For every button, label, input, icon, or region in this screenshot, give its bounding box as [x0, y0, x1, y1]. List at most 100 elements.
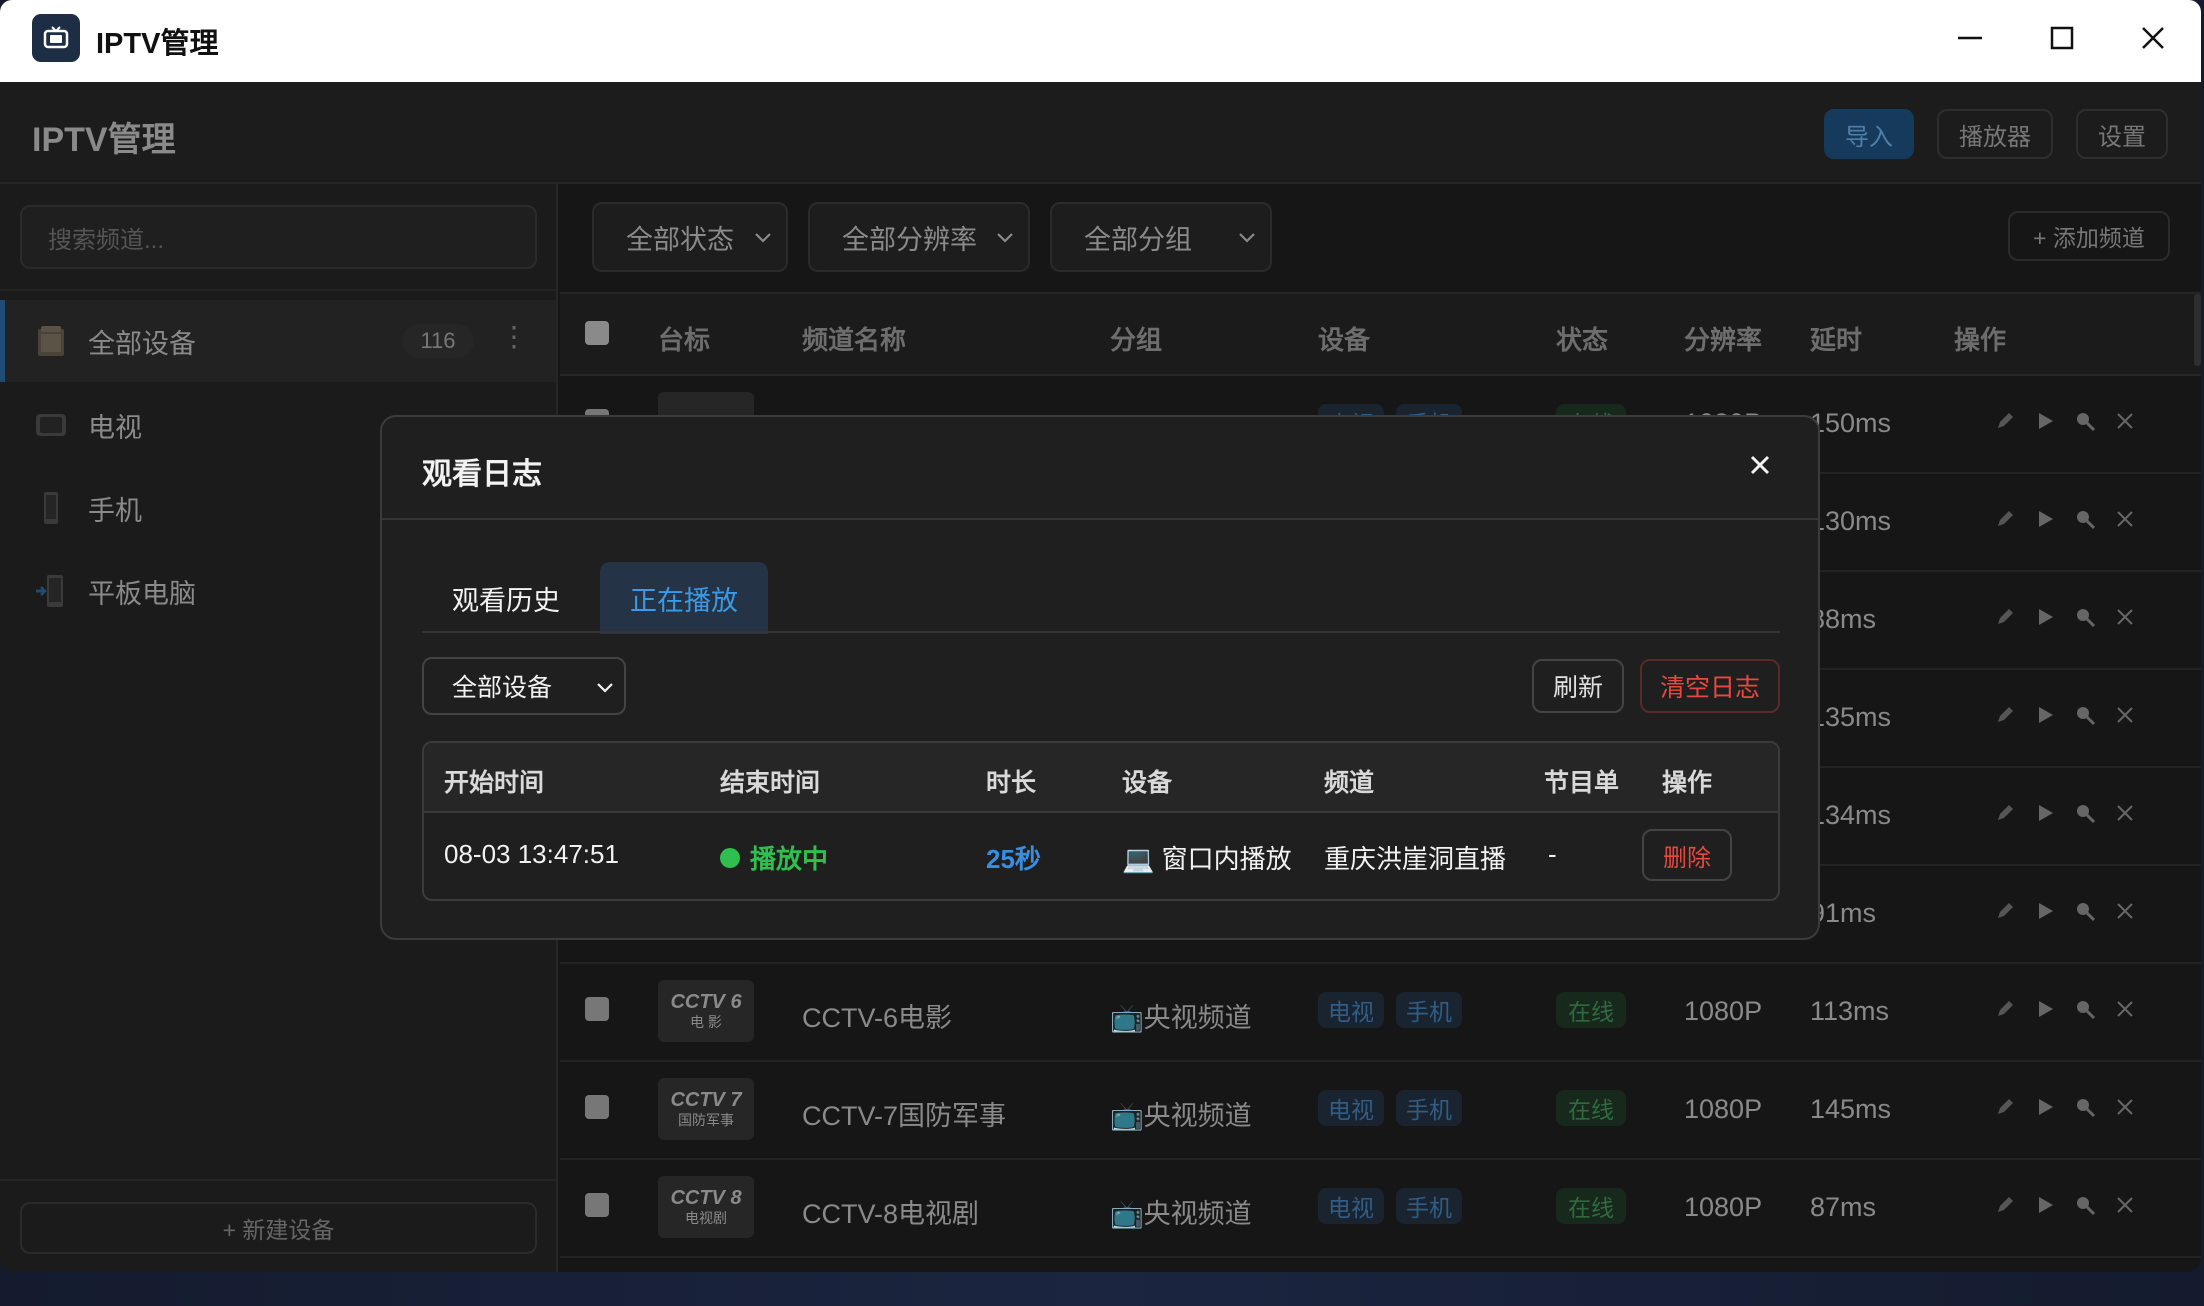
device-tag: 手机	[1396, 1090, 1462, 1126]
edit-button[interactable]	[1990, 1094, 2020, 1124]
search-button[interactable]	[2070, 506, 2100, 536]
window-title: IPTV管理	[96, 28, 219, 60]
play-icon	[2034, 1096, 2056, 1123]
play-button[interactable]	[2030, 1192, 2060, 1222]
add-channel-button[interactable]: + 添加频道	[2008, 211, 2170, 261]
search-input[interactable]: 搜索频道...	[20, 205, 537, 269]
delete-button[interactable]	[2110, 408, 2140, 438]
status-badge: 在线	[1556, 1188, 1626, 1224]
delete-button[interactable]	[2110, 604, 2140, 634]
column-header: 状态	[1556, 325, 1609, 355]
delete-button[interactable]	[2110, 800, 2140, 830]
row-checkbox[interactable]	[585, 997, 609, 1021]
delete-log-button[interactable]: 删除	[1642, 829, 1732, 881]
play-button[interactable]	[2030, 800, 2060, 830]
edit-button[interactable]	[1990, 800, 2020, 830]
close-dialog-button[interactable]	[1742, 447, 1778, 483]
column-header: 开始时间	[444, 769, 545, 797]
status-filter-select[interactable]: 全部状态	[592, 202, 788, 272]
play-button[interactable]	[2030, 898, 2060, 928]
search-button[interactable]	[2070, 898, 2100, 928]
search-icon	[2073, 801, 2097, 830]
play-icon	[2034, 704, 2056, 731]
edit-icon	[1994, 1096, 2016, 1123]
search-button[interactable]	[2070, 604, 2100, 634]
phone-icon	[32, 489, 70, 527]
delete-icon	[2115, 901, 2135, 926]
refresh-button[interactable]: 刷新	[1532, 659, 1624, 713]
play-button[interactable]	[2030, 702, 2060, 732]
play-icon	[2034, 606, 2056, 633]
delete-button[interactable]	[2110, 898, 2140, 928]
tab-watch-history[interactable]: 观看历史	[422, 562, 590, 634]
delete-button[interactable]	[2110, 702, 2140, 732]
play-button[interactable]	[2030, 1094, 2060, 1124]
device-tag: 电视	[1318, 992, 1384, 1028]
search-button[interactable]	[2070, 800, 2100, 830]
play-button[interactable]	[2030, 996, 2060, 1026]
table-row[interactable]: CCTV 7 国防军事 CCTV-7国防军事 📺央视频道 电视 手机 在线 1080P 145m…	[560, 1062, 2201, 1160]
sidebar-item-all-devices[interactable]: 全部设备 116 ⋮	[0, 300, 556, 382]
tab-now-playing[interactable]: 正在播放	[600, 562, 768, 634]
edit-button[interactable]	[1990, 408, 2020, 438]
watch-log-table: 开始时间 结束时间 时长 设备 频道 节目单 操作 08-03 13:47:51…	[422, 741, 1780, 901]
minimize-icon	[1958, 36, 1982, 40]
delete-icon	[2115, 509, 2135, 534]
dialog-divider	[382, 518, 1818, 520]
edit-button[interactable]	[1990, 996, 2020, 1026]
search-button[interactable]	[2070, 408, 2100, 438]
edit-icon	[1994, 410, 2016, 437]
player-button[interactable]: 播放器	[1937, 109, 2053, 159]
settings-button[interactable]: 设置	[2076, 109, 2168, 159]
search-button[interactable]	[2070, 996, 2100, 1026]
group-filter-select[interactable]: 全部分组	[1050, 202, 1272, 272]
playing-status-text: 播放中	[750, 844, 829, 874]
sidebar-item-label: 全部设备	[88, 328, 196, 359]
select-all-checkbox[interactable]	[585, 321, 609, 345]
delete-icon	[2115, 999, 2135, 1024]
device: 💻 窗口内播放	[1122, 844, 1292, 874]
edit-button[interactable]	[1990, 506, 2020, 536]
channel-group: 📺央视频道	[1110, 1101, 1252, 1131]
import-button[interactable]: 导入	[1824, 109, 1914, 159]
delete-button[interactable]	[2110, 1192, 2140, 1222]
minimize-button[interactable]	[1940, 16, 2000, 60]
tablet-icon	[32, 572, 70, 610]
app-brand: IPTV管理	[32, 121, 176, 159]
more-options-icon[interactable]: ⋮	[500, 320, 528, 353]
new-device-button[interactable]: + 新建设备	[20, 1202, 537, 1254]
table-row[interactable]: CCTV 8 电视剧 CCTV-8电视剧 📺央视频道 电视 手机 在线 1080P 87ms	[560, 1160, 2201, 1258]
column-header: 频道	[1324, 769, 1375, 797]
channel-logo: CCTV 7 国防军事	[658, 1078, 754, 1140]
edit-button[interactable]	[1990, 1192, 2020, 1222]
edit-button[interactable]	[1990, 604, 2020, 634]
close-window-button[interactable]	[2123, 16, 2183, 60]
table-row[interactable]: CCTV 6电 影 CCTV-6电影 📺央视频道 电视 手机 在线 1080P 113ms	[560, 964, 2201, 1062]
delete-button[interactable]	[2110, 996, 2140, 1026]
search-button[interactable]	[2070, 1094, 2100, 1124]
delete-button[interactable]	[2110, 506, 2140, 536]
search-button[interactable]	[2070, 1192, 2100, 1222]
table-scrollbar[interactable]	[2194, 294, 2201, 366]
resolution-filter-select[interactable]: 全部分辨率	[808, 202, 1030, 272]
play-button[interactable]	[2030, 506, 2060, 536]
play-button[interactable]	[2030, 408, 2060, 438]
row-checkbox[interactable]	[585, 1193, 609, 1217]
column-header: 频道名称	[802, 325, 907, 355]
clear-log-button[interactable]: 清空日志	[1640, 659, 1780, 713]
edit-button[interactable]	[1990, 702, 2020, 732]
play-button[interactable]	[2030, 604, 2060, 634]
search-button[interactable]	[2070, 702, 2100, 732]
device-filter-select[interactable]: 全部设备	[422, 657, 626, 715]
maximize-button[interactable]	[2032, 16, 2092, 60]
search-icon	[2073, 1095, 2097, 1124]
edit-button[interactable]	[1990, 898, 2020, 928]
status-badge: 在线	[1556, 992, 1626, 1028]
row-checkbox[interactable]	[585, 1095, 609, 1119]
latency: 134ms	[1810, 800, 1892, 830]
channel-logo-subtitle: 电 影	[690, 1013, 722, 1030]
delete-button[interactable]	[2110, 1094, 2140, 1124]
delete-icon	[2115, 607, 2135, 632]
tv-icon	[32, 406, 70, 444]
latency: 130ms	[1810, 506, 1892, 536]
